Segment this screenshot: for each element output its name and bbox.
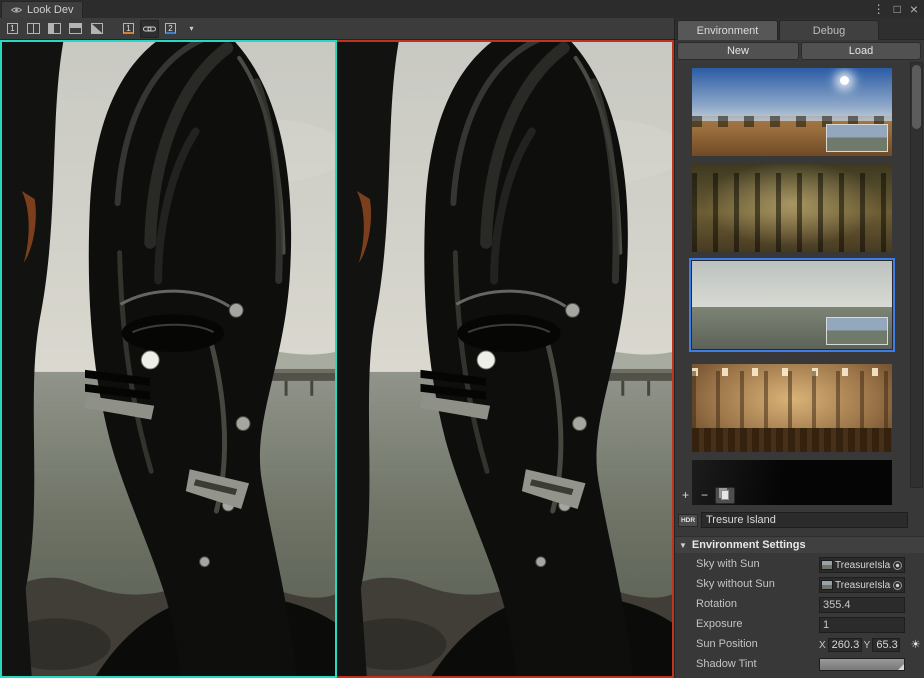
sky-with-sun-value: TreasureIslandWh	[835, 560, 891, 571]
hdri-thumbnail-treasure-island-selected[interactable]	[689, 258, 895, 352]
tab-environment[interactable]: Environment	[677, 20, 778, 40]
close-icon[interactable]: ×	[910, 0, 918, 18]
preview-inset	[826, 317, 888, 345]
title-bar: Look Dev ⋮ □ ×	[0, 0, 924, 18]
x-axis-label: X	[819, 640, 826, 651]
forest-trunks-layer	[692, 173, 892, 252]
church-pews-layer	[692, 428, 892, 452]
sun-dot	[840, 76, 849, 85]
zone-view-button[interactable]	[66, 20, 85, 38]
cubemap-thumb-icon	[821, 560, 833, 570]
shadow-tint-swatch[interactable]	[819, 658, 905, 671]
hdri-thumbnail-desert[interactable]	[692, 68, 892, 156]
row-sun-position: Sun Position X 260.3 Y 65.3 ☀	[675, 636, 924, 654]
row-rotation: Rotation 355.4	[675, 596, 924, 614]
maximize-icon[interactable]: □	[894, 0, 901, 18]
link-environments-button[interactable]	[140, 20, 159, 38]
look-dev-window: Look Dev ⋮ □ × 1 1	[0, 0, 924, 678]
hdri-thumbnail-church[interactable]	[692, 364, 892, 452]
sky-without-sun-field[interactable]: TreasureIslandWh	[819, 577, 905, 593]
environment-2-icon: 2	[165, 23, 176, 34]
render-image-2	[337, 42, 672, 676]
hdr-name-field[interactable]: Tresure Island	[701, 512, 908, 528]
render-viewport	[0, 40, 674, 678]
split-view-button[interactable]	[45, 20, 64, 38]
side-by-side-view-button[interactable]	[24, 20, 43, 38]
split-view-icon	[48, 23, 61, 34]
hdr-name-row: HDR Tresure Island	[678, 511, 908, 529]
exposure-label: Exposure	[696, 618, 742, 630]
sky-without-sun-label: Sky without Sun	[696, 578, 775, 590]
row-sky-with-sun: Sky with Sun TreasureIslandWh	[675, 556, 924, 574]
environment-actions: New Load	[675, 42, 924, 62]
sky-layer	[692, 68, 892, 123]
environment-list-controls: + −	[677, 486, 735, 504]
lookdev-toolbar: 1 1 2 ▾	[0, 18, 674, 40]
row-shadow-tint: Shadow Tint	[675, 656, 924, 674]
sun-icon[interactable]: ☀	[908, 637, 923, 652]
panel-tabs: Environment Debug	[675, 18, 924, 40]
environment-2-button[interactable]: 2	[161, 20, 180, 38]
rotation-field[interactable]: 355.4	[819, 597, 905, 613]
row-exposure: Exposure 1	[675, 616, 924, 634]
side-by-side-icon	[27, 23, 40, 34]
chevron-down-icon: ▾	[189, 24, 193, 33]
scrollbar-thumb[interactable]	[912, 65, 921, 129]
thumbnail-image	[692, 261, 892, 349]
sun-x-field[interactable]: 260.3	[828, 638, 862, 652]
load-button[interactable]: Load	[801, 42, 921, 60]
duplicate-icon	[721, 490, 729, 500]
window-title: Look Dev	[27, 4, 73, 16]
tab-debug[interactable]: Debug	[779, 20, 879, 40]
duplicate-environment-button[interactable]	[715, 487, 735, 504]
color-picker-corner-icon	[898, 664, 904, 670]
rotation-label: Rotation	[696, 598, 737, 610]
environment-panel: Environment Debug New Load	[674, 18, 924, 678]
single-view-icon: 1	[7, 23, 18, 34]
object-picker-icon[interactable]	[893, 581, 902, 590]
sky-with-sun-label: Sky with Sun	[696, 558, 760, 570]
sun-y-field[interactable]: 65.3	[872, 638, 900, 652]
new-button[interactable]: New	[677, 42, 799, 60]
environment-settings-header[interactable]: ▼ Environment Settings	[675, 536, 924, 553]
environment-list-scrollbar[interactable]	[910, 62, 923, 488]
diagonal-split-view-button[interactable]	[87, 20, 106, 38]
sun-position-fields: X 260.3 Y 65.3	[819, 637, 905, 653]
views-dropdown-button[interactable]: ▾	[182, 20, 201, 38]
single-view-button[interactable]: 1	[3, 20, 22, 38]
render-image-1	[2, 42, 335, 676]
window-tab-look-dev[interactable]: Look Dev	[1, 1, 83, 18]
hdr-badge: HDR	[678, 514, 698, 527]
sky-without-sun-value: TreasureIslandWh	[835, 580, 891, 591]
foldout-arrow-icon: ▼	[679, 541, 687, 550]
window-menu-icon[interactable]: ⋮	[873, 0, 885, 18]
object-picker-icon[interactable]	[893, 561, 902, 570]
row-sky-without-sun: Sky without Sun TreasureIslandWh	[675, 576, 924, 594]
preview-inset	[826, 124, 888, 152]
hdri-thumbnail-forest[interactable]	[692, 164, 892, 252]
sky-layer	[692, 261, 892, 307]
cubemap-thumb-icon	[821, 580, 833, 590]
sky-with-sun-field[interactable]: TreasureIslandWh	[819, 557, 905, 573]
zone-view-icon	[69, 23, 82, 34]
environment-settings-title: Environment Settings	[692, 539, 806, 551]
remove-environment-button[interactable]: −	[696, 487, 713, 504]
eye-icon	[11, 6, 22, 14]
render-view-2[interactable]	[337, 40, 674, 678]
diagonal-split-icon	[91, 23, 103, 34]
environment-1-icon: 1	[123, 23, 134, 34]
sun-position-label: Sun Position	[696, 638, 758, 650]
window-controls: ⋮ □ ×	[873, 0, 918, 18]
exposure-field[interactable]: 1	[819, 617, 905, 633]
environment-1-button[interactable]: 1	[119, 20, 138, 38]
render-view-1[interactable]	[0, 40, 337, 678]
shadow-tint-label: Shadow Tint	[696, 658, 757, 670]
link-icon	[143, 25, 156, 33]
add-environment-button[interactable]: +	[677, 487, 694, 504]
y-axis-label: Y	[864, 640, 871, 651]
